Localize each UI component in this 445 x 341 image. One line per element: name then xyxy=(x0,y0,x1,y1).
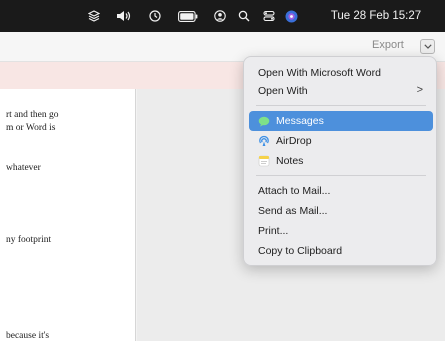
export-dropdown-button[interactable] xyxy=(420,39,435,54)
export-label[interactable]: Export xyxy=(372,39,404,51)
user-icon[interactable] xyxy=(211,0,229,32)
airdrop-icon xyxy=(258,135,270,147)
chevron-right-icon: > xyxy=(416,84,423,96)
menu-item-print[interactable]: Print... xyxy=(249,221,433,241)
menu-item-label: Copy to Clipboard xyxy=(258,245,343,257)
menu-item-label: AirDrop xyxy=(276,135,312,147)
messages-icon xyxy=(258,115,270,127)
chevron-down-icon xyxy=(423,44,432,49)
clock[interactable]: Tue 28 Feb 15:27 xyxy=(312,0,440,32)
menu-separator xyxy=(256,175,426,176)
search-icon[interactable] xyxy=(235,0,253,32)
battery-icon[interactable] xyxy=(176,0,200,32)
document-line: rt and then go xyxy=(6,110,59,120)
menu-item-label: Open With xyxy=(258,85,308,97)
menu-item-label: Print... xyxy=(258,225,289,237)
menu-item-open-with[interactable]: Open With > xyxy=(249,81,433,101)
stack-icon[interactable] xyxy=(85,0,103,32)
control-center-icon[interactable] xyxy=(260,0,278,32)
volume-icon[interactable] xyxy=(113,0,135,32)
menu-item-copy-to-clipboard[interactable]: Copy to Clipboard xyxy=(249,241,433,261)
menu-item-airdrop[interactable]: AirDrop xyxy=(249,131,433,151)
menu-item-label: Messages xyxy=(276,115,324,127)
menu-item-label: Attach to Mail... xyxy=(258,185,331,197)
menu-item-label: Notes xyxy=(276,155,304,167)
menu-item-open-with-microsoft-word[interactable]: Open With Microsoft Word xyxy=(249,63,433,83)
export-menu: Open With Microsoft Word Open With > Mes… xyxy=(243,56,437,266)
menu-item-attach-to-mail[interactable]: Attach to Mail... xyxy=(249,181,433,201)
menu-item-label: Send as Mail... xyxy=(258,205,328,217)
document-line: because it's xyxy=(6,331,50,341)
document-line: ny footprint xyxy=(6,235,52,245)
document-line: m or Word is xyxy=(6,123,56,133)
menu-bar: Tue 28 Feb 15:27 xyxy=(0,0,445,32)
time-machine-icon[interactable] xyxy=(146,0,164,32)
menu-item-label: Open With Microsoft Word xyxy=(258,67,381,79)
notes-icon xyxy=(258,155,270,167)
menu-item-notes[interactable]: Notes xyxy=(249,151,433,171)
document-page[interactable]: rt and then go m or Word is whatever ny … xyxy=(0,89,136,341)
menu-separator xyxy=(256,105,426,106)
menu-item-send-as-mail[interactable]: Send as Mail... xyxy=(249,201,433,221)
siri-icon[interactable] xyxy=(282,0,300,32)
document-line: whatever xyxy=(6,163,41,173)
menu-item-messages[interactable]: Messages xyxy=(249,111,433,131)
